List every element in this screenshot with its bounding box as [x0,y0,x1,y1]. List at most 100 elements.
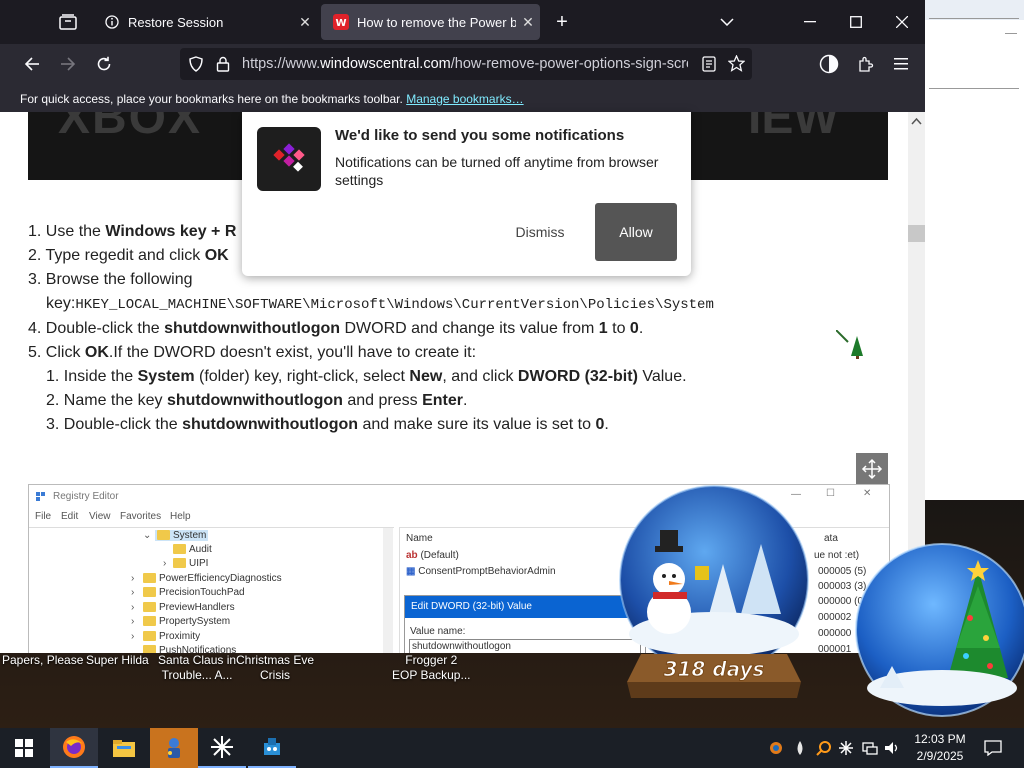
days-countdown: 318 days [664,657,765,681]
taskbar-perplexity[interactable] [198,728,246,768]
step-2: 2. Type regedit and click OK [28,247,229,264]
tree-item: System [155,530,209,541]
desktop-icon-christmas-eve-crisis[interactable]: Christmas Eve Crisis [236,653,314,683]
tray-drop-icon[interactable] [790,728,810,768]
values-header-name: Name [406,533,433,544]
dialog-value-field: shutdownwithoutlogon [409,639,641,653]
navigation-toolbar: https://www.windowscentral.com/how-remov… [0,44,925,86]
tab-restore-session[interactable]: Restore Session ✕ [92,4,317,40]
taskbar-game-app[interactable] [150,728,198,768]
clock-time: 12:03 PM [914,732,966,746]
substep-3: 3. Double-click the shutdownwithoutlogon… [46,416,609,433]
bookmark-star-icon[interactable] [727,54,746,77]
step-1: 1. Use the Windows key + R [28,223,237,240]
regedit-tree-pane: ⌄ System Audit › UIPI › PowerEfficiencyD… [29,527,394,653]
tab-title: Restore Session [128,14,224,30]
notification-permission-popup: We'd like to send you some notifications… [242,112,691,276]
step-3-registry-path: key:HKEY_LOCAL_MACHINE\SOFTWARE\Microsof… [46,295,714,313]
tab-bar: Restore Session ✕ W How to remove the Po… [0,0,925,44]
tree-item: PowerEfficiencyDiagnostics [143,573,282,584]
tree-item: Proximity [143,631,200,642]
regedit-menu-file: File [35,511,52,522]
forward-icon[interactable] [56,52,80,76]
start-button[interactable] [0,728,48,768]
reload-icon[interactable] [92,52,116,76]
firefox-icon [63,736,85,758]
tray-perplexity-icon[interactable] [836,728,856,768]
clock-date: 2/9/2025 [916,749,964,763]
substep-1: 1. Inside the System (folder) key, right… [46,368,687,385]
firefox-view-icon[interactable] [56,10,80,34]
regedit-title: Registry Editor [53,491,119,502]
move-handle-icon[interactable] [856,453,888,485]
tray-search-icon[interactable] [814,728,834,768]
tracking-protection-shield-icon[interactable] [188,56,204,77]
close-tab-icon[interactable]: ✕ [516,14,540,31]
regedit-menu-view: View [89,511,111,522]
bookmarks-hint-text: For quick access, place your bookmarks h… [20,92,403,106]
manage-bookmarks-link[interactable]: Manage bookmarks… [406,92,523,106]
scrollbar-thumb[interactable] [908,225,925,242]
network-icon[interactable] [860,728,880,768]
url-host: windowscentral.com [320,56,451,72]
taskbar-firefox[interactable] [50,728,98,768]
maximize-icon[interactable] [844,10,868,34]
taskbar-app[interactable] [248,728,296,768]
tab-title: How to remove the Power butto [357,14,516,30]
clock[interactable]: 12:03 PM 2/9/2025 [908,731,972,765]
close-tab-icon[interactable]: ✕ [293,14,317,31]
reader-view-icon[interactable] [702,56,716,77]
step-3: 3. Browse the following [28,271,193,288]
svg-text:W: W [335,18,346,29]
dismiss-button[interactable]: Dismiss [504,217,576,247]
desktop-icon-papers-please[interactable]: Papers, Please [2,653,83,668]
list-all-tabs-icon[interactable] [715,10,739,34]
tray-app-icon[interactable] [766,728,786,768]
site-logo-icon [257,127,321,191]
windowscentral-favicon: W [333,14,349,30]
background-window[interactable] [925,0,1024,500]
lock-icon[interactable] [216,56,230,77]
extensions-icon[interactable] [853,52,877,76]
step-4: 4. Double-click the shutdownwithoutlogon… [28,320,644,337]
snow-globe-tree-widget[interactable] [840,538,1024,728]
tree-item: PreviewHandlers [143,602,235,613]
url-scheme: https://www. [242,56,321,72]
tree-item: UIPI [173,558,208,569]
account-icon[interactable] [817,52,841,76]
step-5: 5. Click OK.If the DWORD doesn't exist, … [28,344,477,361]
back-icon[interactable] [20,52,44,76]
regedit-maximize-icon: ☐ [826,488,835,499]
notification-body: Notifications can be turned off anytime … [335,154,659,188]
volume-icon[interactable] [882,728,902,768]
desktop-icon-super-hilda[interactable]: Super Hilda [86,653,149,668]
taskbar-file-explorer[interactable] [100,728,148,768]
tree-item: Audit [173,544,212,555]
app-menu-icon[interactable] [889,52,913,76]
url-bar[interactable]: https://www.windowscentral.com/how-remov… [180,48,752,80]
tree-item: PropertySystem [143,616,230,627]
regedit-menu-edit: Edit [61,511,79,522]
notification-title: We'd like to send you some notifications [335,127,625,144]
url-path: /how-remove-power-options-sign-scree [450,56,688,72]
desktop-icon-frogger-2[interactable]: Frogger 2 EOP Backup... [392,653,471,683]
tab-article[interactable]: W How to remove the Power butto ✕ [321,4,540,40]
edit-dword-dialog: Edit DWORD (32-bit) Value Value name: sh… [404,595,646,653]
url-text[interactable]: https://www.windowscentral.com/how-remov… [242,56,688,72]
data-header: ata [824,533,838,544]
regedit-close-icon: ✕ [863,488,872,499]
start-icon [15,739,33,757]
snow-globe-countdown-widget[interactable]: 318 days [611,484,817,704]
desktop-icon-santa-claus[interactable]: Santa Claus in Trouble... A... [158,653,236,683]
new-tab-icon[interactable]: + [550,10,574,34]
app-icon [264,738,280,755]
tree-item: PrecisionTouchPad [143,587,245,598]
notification-center-icon[interactable] [978,728,1008,768]
scroll-up-icon[interactable] [911,114,922,128]
minimize-icon[interactable] [798,10,822,34]
substep-2: 2. Name the key shutdownwithoutlogon and… [46,392,468,409]
close-window-icon[interactable] [890,10,914,34]
value-row: ▦ ConsentPromptBehaviorAdmin [406,566,556,577]
allow-button[interactable]: Allow [595,203,677,261]
tree-item: PushNotifications [143,645,236,653]
